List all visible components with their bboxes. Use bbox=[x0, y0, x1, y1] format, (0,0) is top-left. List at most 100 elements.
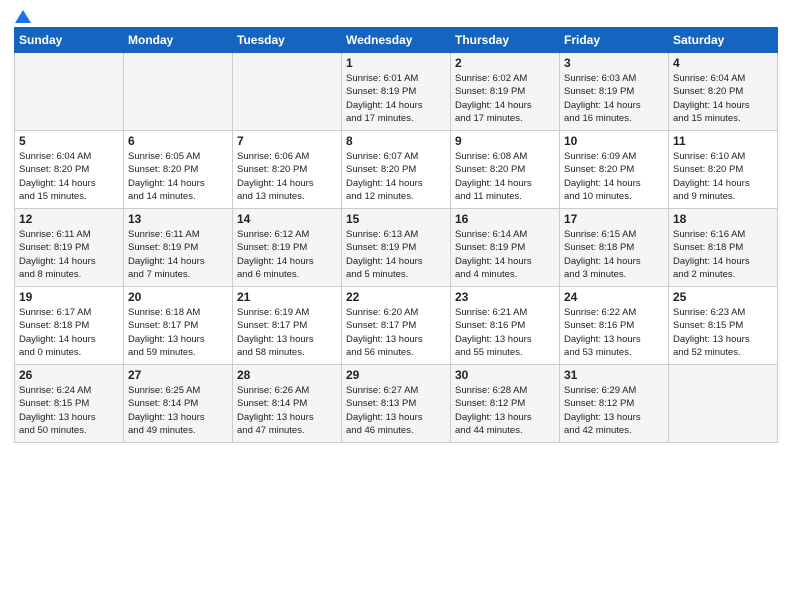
day-cell: 6 Sunrise: 6:05 AM Sunset: 8:20 PM Daylig… bbox=[124, 131, 233, 209]
day-info: Sunrise: 6:29 AM Sunset: 8:12 PM Dayligh… bbox=[564, 384, 664, 437]
day-info: Sunrise: 6:24 AM Sunset: 8:15 PM Dayligh… bbox=[19, 384, 119, 437]
day-number: 17 bbox=[564, 212, 664, 226]
day-info: Sunrise: 6:23 AM Sunset: 8:15 PM Dayligh… bbox=[673, 306, 773, 359]
week-row-3: 12 Sunrise: 6:11 AM Sunset: 8:19 PM Dayli… bbox=[15, 209, 778, 287]
day-cell: 11Sunrise: 6:10 AM Sunset: 8:20 PM Dayli… bbox=[669, 131, 778, 209]
day-info: Sunrise: 6:05 AM Sunset: 8:20 PM Dayligh… bbox=[128, 150, 228, 203]
day-cell: 25 Sunrise: 6:23 AM Sunset: 8:15 PM Dayli… bbox=[669, 287, 778, 365]
header bbox=[14, 10, 778, 19]
week-row-5: 26 Sunrise: 6:24 AM Sunset: 8:15 PM Dayli… bbox=[15, 365, 778, 443]
logo-triangle-icon bbox=[15, 10, 31, 23]
day-cell: 21 Sunrise: 6:19 AM Sunset: 8:17 PM Dayli… bbox=[233, 287, 342, 365]
day-cell bbox=[15, 53, 124, 131]
day-info: Sunrise: 6:21 AM Sunset: 8:16 PM Dayligh… bbox=[455, 306, 555, 359]
day-info: Sunrise: 6:18 AM Sunset: 8:17 PM Dayligh… bbox=[128, 306, 228, 359]
day-cell: 23 Sunrise: 6:21 AM Sunset: 8:16 PM Dayli… bbox=[451, 287, 560, 365]
day-number: 4 bbox=[673, 56, 773, 70]
day-info: Sunrise: 6:20 AM Sunset: 8:17 PM Dayligh… bbox=[346, 306, 446, 359]
day-number: 24 bbox=[564, 290, 664, 304]
day-info: Sunrise: 6:01 AM Sunset: 8:19 PM Dayligh… bbox=[346, 72, 446, 125]
day-cell: 20 Sunrise: 6:18 AM Sunset: 8:17 PM Dayli… bbox=[124, 287, 233, 365]
day-number: 12 bbox=[19, 212, 119, 226]
day-cell: 13 Sunrise: 6:11 AM Sunset: 8:19 PM Dayli… bbox=[124, 209, 233, 287]
day-number: 23 bbox=[455, 290, 555, 304]
day-cell: 31 Sunrise: 6:29 AM Sunset: 8:12 PM Dayli… bbox=[560, 365, 669, 443]
day-info: Sunrise: 6:06 AM Sunset: 8:20 PM Dayligh… bbox=[237, 150, 337, 203]
day-header-thursday: Thursday bbox=[451, 28, 560, 53]
day-info: Sunrise: 6:28 AM Sunset: 8:12 PM Dayligh… bbox=[455, 384, 555, 437]
day-number: 1 bbox=[346, 56, 446, 70]
day-number: 16 bbox=[455, 212, 555, 226]
day-cell: 17 Sunrise: 6:15 AM Sunset: 8:18 PM Dayli… bbox=[560, 209, 669, 287]
day-number: 28 bbox=[237, 368, 337, 382]
day-number: 29 bbox=[346, 368, 446, 382]
day-cell: 30 Sunrise: 6:28 AM Sunset: 8:12 PM Dayli… bbox=[451, 365, 560, 443]
logo bbox=[14, 10, 32, 19]
day-number: 19 bbox=[19, 290, 119, 304]
day-cell: 5 Sunrise: 6:04 AM Sunset: 8:20 PM Daylig… bbox=[15, 131, 124, 209]
day-info: Sunrise: 6:27 AM Sunset: 8:13 PM Dayligh… bbox=[346, 384, 446, 437]
day-number: 2 bbox=[455, 56, 555, 70]
day-cell: 22Sunrise: 6:20 AM Sunset: 8:17 PM Dayli… bbox=[342, 287, 451, 365]
day-info: Sunrise: 6:02 AM Sunset: 8:19 PM Dayligh… bbox=[455, 72, 555, 125]
day-cell bbox=[233, 53, 342, 131]
day-header-tuesday: Tuesday bbox=[233, 28, 342, 53]
day-header-sunday: Sunday bbox=[15, 28, 124, 53]
day-cell: 26 Sunrise: 6:24 AM Sunset: 8:15 PM Dayli… bbox=[15, 365, 124, 443]
day-number: 11 bbox=[673, 134, 773, 148]
calendar-table: SundayMondayTuesdayWednesdayThursdayFrid… bbox=[14, 27, 778, 443]
day-number: 7 bbox=[237, 134, 337, 148]
day-number: 31 bbox=[564, 368, 664, 382]
day-info: Sunrise: 6:07 AM Sunset: 8:20 PM Dayligh… bbox=[346, 150, 446, 203]
day-number: 3 bbox=[564, 56, 664, 70]
day-cell: 24 Sunrise: 6:22 AM Sunset: 8:16 PM Dayli… bbox=[560, 287, 669, 365]
day-number: 21 bbox=[237, 290, 337, 304]
day-info: Sunrise: 6:11 AM Sunset: 8:19 PM Dayligh… bbox=[128, 228, 228, 281]
day-number: 9 bbox=[455, 134, 555, 148]
day-cell: 16Sunrise: 6:14 AM Sunset: 8:19 PM Dayli… bbox=[451, 209, 560, 287]
day-info: Sunrise: 6:22 AM Sunset: 8:16 PM Dayligh… bbox=[564, 306, 664, 359]
week-row-1: 1 Sunrise: 6:01 AM Sunset: 8:19 PM Daylig… bbox=[15, 53, 778, 131]
day-cell: 12Sunrise: 6:11 AM Sunset: 8:19 PM Dayli… bbox=[15, 209, 124, 287]
day-cell: 7 Sunrise: 6:06 AM Sunset: 8:20 PM Daylig… bbox=[233, 131, 342, 209]
day-info: Sunrise: 6:26 AM Sunset: 8:14 PM Dayligh… bbox=[237, 384, 337, 437]
day-header-saturday: Saturday bbox=[669, 28, 778, 53]
day-cell: 15Sunrise: 6:13 AM Sunset: 8:19 PM Dayli… bbox=[342, 209, 451, 287]
day-info: Sunrise: 6:03 AM Sunset: 8:19 PM Dayligh… bbox=[564, 72, 664, 125]
day-number: 20 bbox=[128, 290, 228, 304]
day-cell: 9 Sunrise: 6:08 AM Sunset: 8:20 PM Daylig… bbox=[451, 131, 560, 209]
day-cell: 1 Sunrise: 6:01 AM Sunset: 8:19 PM Daylig… bbox=[342, 53, 451, 131]
day-number: 5 bbox=[19, 134, 119, 148]
day-info: Sunrise: 6:08 AM Sunset: 8:20 PM Dayligh… bbox=[455, 150, 555, 203]
day-header-friday: Friday bbox=[560, 28, 669, 53]
day-number: 27 bbox=[128, 368, 228, 382]
day-cell: 3 Sunrise: 6:03 AM Sunset: 8:19 PM Daylig… bbox=[560, 53, 669, 131]
day-number: 15 bbox=[346, 212, 446, 226]
day-number: 8 bbox=[346, 134, 446, 148]
day-cell bbox=[124, 53, 233, 131]
day-cell: 27Sunrise: 6:25 AM Sunset: 8:14 PM Dayli… bbox=[124, 365, 233, 443]
day-info: Sunrise: 6:15 AM Sunset: 8:18 PM Dayligh… bbox=[564, 228, 664, 281]
day-number: 25 bbox=[673, 290, 773, 304]
day-number: 30 bbox=[455, 368, 555, 382]
day-number: 10 bbox=[564, 134, 664, 148]
day-info: Sunrise: 6:19 AM Sunset: 8:17 PM Dayligh… bbox=[237, 306, 337, 359]
page: SundayMondayTuesdayWednesdayThursdayFrid… bbox=[0, 0, 792, 612]
week-row-2: 5 Sunrise: 6:04 AM Sunset: 8:20 PM Daylig… bbox=[15, 131, 778, 209]
day-cell: 18 Sunrise: 6:16 AM Sunset: 8:18 PM Dayli… bbox=[669, 209, 778, 287]
day-number: 6 bbox=[128, 134, 228, 148]
day-number: 13 bbox=[128, 212, 228, 226]
day-cell bbox=[669, 365, 778, 443]
day-info: Sunrise: 6:04 AM Sunset: 8:20 PM Dayligh… bbox=[673, 72, 773, 125]
day-info: Sunrise: 6:04 AM Sunset: 8:20 PM Dayligh… bbox=[19, 150, 119, 203]
day-cell: 4 Sunrise: 6:04 AM Sunset: 8:20 PM Daylig… bbox=[669, 53, 778, 131]
logo-text bbox=[14, 10, 32, 23]
day-info: Sunrise: 6:12 AM Sunset: 8:19 PM Dayligh… bbox=[237, 228, 337, 281]
day-cell: 8 Sunrise: 6:07 AM Sunset: 8:20 PM Daylig… bbox=[342, 131, 451, 209]
day-info: Sunrise: 6:16 AM Sunset: 8:18 PM Dayligh… bbox=[673, 228, 773, 281]
day-number: 18 bbox=[673, 212, 773, 226]
day-number: 26 bbox=[19, 368, 119, 382]
day-number: 14 bbox=[237, 212, 337, 226]
week-row-4: 19Sunrise: 6:17 AM Sunset: 8:18 PM Dayli… bbox=[15, 287, 778, 365]
day-header-wednesday: Wednesday bbox=[342, 28, 451, 53]
